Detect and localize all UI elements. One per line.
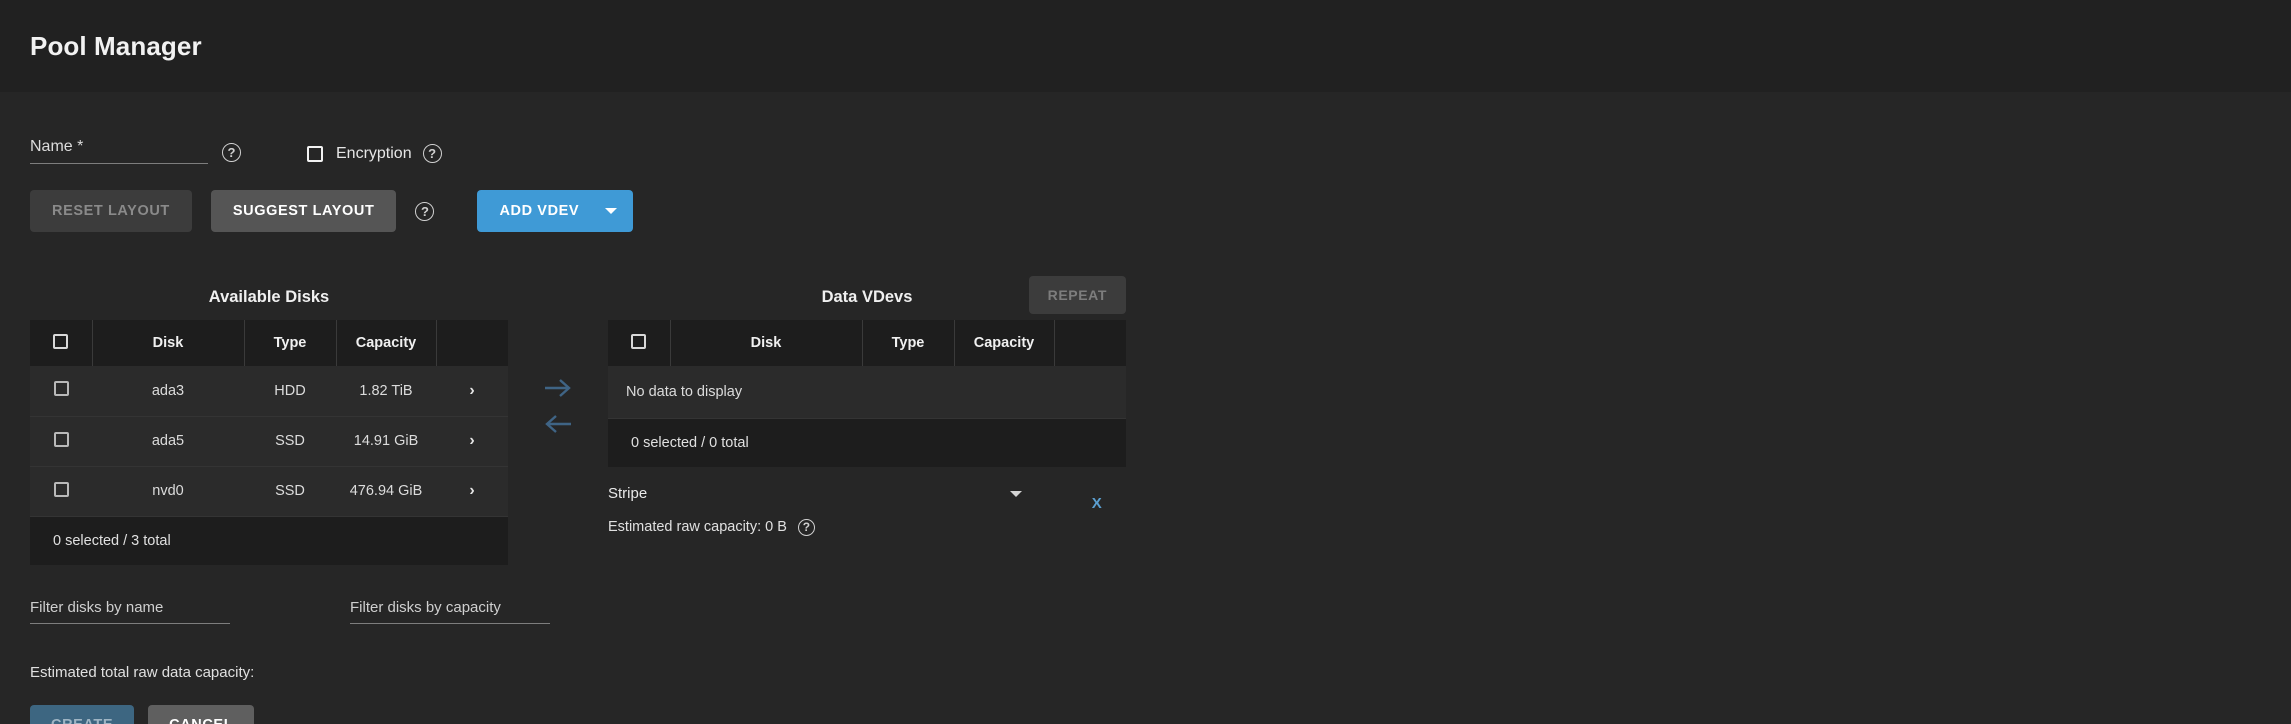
cell-disk: ada5 <box>92 416 244 467</box>
cell-type: SSD <box>244 416 336 467</box>
data-vdevs-table: Disk Type Capacity No data to display <box>608 320 1126 419</box>
remove-vdev-button[interactable]: X <box>1068 483 1126 525</box>
column-header-capacity: Capacity <box>954 320 1055 366</box>
filter-by-capacity-underline <box>350 622 550 624</box>
cell-capacity: 1.82 TiB <box>336 366 436 417</box>
help-circle-icon[interactable]: ? <box>797 518 815 536</box>
cell-expand: › <box>436 416 508 467</box>
footer-buttons: CREATE CANCEL <box>30 704 2261 724</box>
pool-name-underline <box>30 163 208 164</box>
encryption-label: Encryption <box>336 144 412 162</box>
chevron-down-icon <box>605 208 618 214</box>
pool-form-row: Name * ? Encryption ? <box>30 92 2261 164</box>
chevron-right-icon[interactable]: › <box>469 433 474 449</box>
column-header-capacity: Capacity <box>336 320 437 366</box>
estimated-raw-capacity-text: Estimated raw capacity: 0 B <box>608 519 787 535</box>
column-header-disk: Disk <box>92 320 245 366</box>
select-all-checkbox[interactable] <box>631 333 647 349</box>
column-header-type: Type <box>862 320 955 366</box>
estimated-total-capacity: Estimated total raw data capacity: <box>30 663 255 681</box>
suggest-layout-button[interactable]: SUGGEST LAYOUT <box>210 190 397 232</box>
filter-by-capacity-field[interactable]: Filter disks by capacity <box>350 599 550 624</box>
cancel-button[interactable]: CANCEL <box>148 704 255 724</box>
arrow-left-icon[interactable] <box>543 413 573 435</box>
row-select-cell <box>30 466 92 517</box>
no-data-message: No data to display <box>608 366 1126 419</box>
data-vdevs-footer: 0 selected / 0 total <box>608 418 1126 467</box>
cell-disk: ada3 <box>92 366 244 417</box>
available-disks-footer: 0 selected / 3 total <box>30 516 508 565</box>
table-row[interactable]: ada3 HDD 1.82 TiB › <box>30 366 508 417</box>
help-circle-icon[interactable]: ? <box>415 201 435 221</box>
column-header-disk: Disk <box>670 320 863 366</box>
chevron-down-icon[interactable] <box>1010 490 1022 497</box>
select-all-header <box>608 320 671 366</box>
column-header-expand <box>1054 320 1126 366</box>
help-circle-icon[interactable]: ? <box>422 144 442 163</box>
chevron-right-icon[interactable]: › <box>469 382 474 399</box>
add-vdev-label: ADD VDEV <box>499 203 580 219</box>
row-checkbox[interactable] <box>53 481 69 497</box>
table-row[interactable]: ada5 SSD 14.91 GiB › <box>30 416 508 467</box>
data-vdevs-header: Data VDevs REPEAT <box>608 274 1126 320</box>
layout-actions-row: RESET LAYOUT SUGGEST LAYOUT ? ADD VDEV <box>30 190 2261 232</box>
filter-by-name-field[interactable]: Filter disks by name <box>30 599 230 624</box>
cell-capacity: 476.94 GiB <box>336 466 436 517</box>
filter-by-name-underline <box>30 622 230 624</box>
disk-filters: Filter disks by name Filter disks by cap… <box>30 599 2261 624</box>
pool-name-field[interactable]: Name * <box>30 138 208 164</box>
estimated-raw-capacity: Estimated raw capacity: 0 B ? <box>608 518 1064 536</box>
cell-disk: nvd0 <box>92 466 244 517</box>
reset-layout-button[interactable]: RESET LAYOUT <box>30 190 192 232</box>
page-title: Pool Manager <box>30 30 202 61</box>
available-disks-table: Disk Type Capacity ada3 HDD 1.82 TiB › a… <box>30 320 508 517</box>
filter-by-capacity-label: Filter disks by capacity <box>350 598 501 616</box>
table-header-row: Disk Type Capacity <box>608 320 1126 366</box>
filter-by-name-label: Filter disks by name <box>30 598 164 616</box>
vdev-type-row: Stripe Estimated raw capacity: 0 B ? X <box>608 481 1126 536</box>
available-disks-panel: Available Disks Disk Type Capacity ada3 … <box>30 274 508 565</box>
cell-capacity: 14.91 GiB <box>336 416 436 467</box>
encryption-checkbox[interactable] <box>307 145 323 162</box>
vdev-layout-select[interactable]: Stripe Estimated raw capacity: 0 B ? <box>608 481 1064 536</box>
cell-expand: › <box>436 466 508 517</box>
data-vdevs-title: Data VDevs <box>821 287 913 306</box>
available-disks-header: Available Disks <box>30 274 508 320</box>
arrow-right-icon[interactable] <box>543 377 573 399</box>
select-all-checkbox[interactable] <box>53 333 69 349</box>
empty-row: No data to display <box>608 366 1126 419</box>
row-select-cell <box>30 416 92 467</box>
data-vdevs-panel: Data VDevs REPEAT Disk Type Capacity No … <box>608 274 1126 536</box>
add-vdev-button[interactable]: ADD VDEV <box>477 190 634 232</box>
row-checkbox[interactable] <box>53 381 69 397</box>
table-row[interactable]: nvd0 SSD 476.94 GiB › <box>30 466 508 517</box>
cell-expand: › <box>436 366 508 417</box>
page-body: Name * ? Encryption ? RESET LAYOUT SUGGE… <box>0 92 2291 724</box>
chevron-right-icon[interactable]: › <box>469 483 474 499</box>
column-header-type: Type <box>244 320 337 366</box>
create-button[interactable]: CREATE <box>30 704 135 724</box>
app-header: Pool Manager <box>0 0 2291 92</box>
column-header-expand <box>436 320 508 366</box>
cell-type: HDD <box>244 366 336 417</box>
vdev-layout-value: Stripe <box>608 484 648 502</box>
transfer-controls <box>508 274 608 435</box>
row-select-cell <box>30 366 92 417</box>
select-all-header <box>30 320 93 366</box>
encryption-group: Encryption ? <box>307 144 442 163</box>
pool-name-label: Name * <box>30 138 84 155</box>
pool-panels: Available Disks Disk Type Capacity ada3 … <box>30 274 2261 565</box>
row-checkbox[interactable] <box>53 431 69 447</box>
table-header-row: Disk Type Capacity <box>30 320 508 366</box>
available-disks-title: Available Disks <box>208 287 330 306</box>
cell-type: SSD <box>244 466 336 517</box>
help-circle-icon[interactable]: ? <box>222 143 241 162</box>
repeat-button[interactable]: REPEAT <box>1028 276 1126 314</box>
